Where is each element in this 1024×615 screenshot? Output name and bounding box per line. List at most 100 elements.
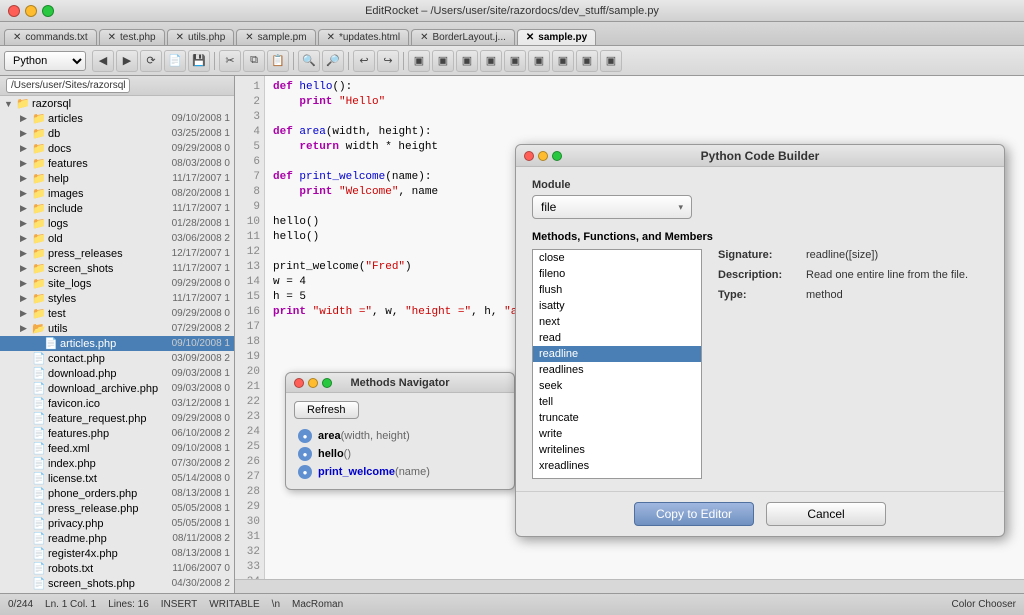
mlist-item-fileno[interactable]: fileno	[533, 266, 701, 282]
toolbar-btn-zoom[interactable]: 🔎	[322, 50, 344, 72]
builder-columns: close fileno flush isatty next read read…	[532, 249, 988, 479]
sidebar-item-register4x-php[interactable]: 📄 register4x.php 08/13/2008 1	[0, 546, 234, 561]
toolbar-btn-2[interactable]: ▶	[116, 50, 138, 72]
mlist-item-next[interactable]: next	[533, 314, 701, 330]
toolbar-btn-f[interactable]: ▣	[528, 50, 550, 72]
toolbar-btn-cut[interactable]: ✂	[219, 50, 241, 72]
language-select[interactable]: Python PHP JavaScript	[4, 51, 86, 71]
builder-maximize-button[interactable]	[552, 151, 562, 161]
builder-minimize-button[interactable]	[538, 151, 548, 161]
sidebar-item-test[interactable]: ▶ 📁 test 09/29/2008 0	[0, 306, 234, 321]
mlist-item-readline[interactable]: readline	[533, 346, 701, 362]
mlist-item-flush[interactable]: flush	[533, 282, 701, 298]
maximize-button[interactable]	[42, 5, 54, 17]
tab-utils-php[interactable]: ✕ utils.php	[167, 29, 235, 45]
sidebar-item-include[interactable]: ▶ 📁 include 11/17/2007 1	[0, 201, 234, 216]
sidebar-item-help[interactable]: ▶ 📁 help 11/17/2007 1	[0, 171, 234, 186]
toolbar-btn-1[interactable]: ◀	[92, 50, 114, 72]
mlist-item-read[interactable]: read	[533, 330, 701, 346]
sidebar-item-features-php[interactable]: 📄 features.php 06/10/2008 2	[0, 426, 234, 441]
window-controls[interactable]	[8, 5, 54, 17]
mlist-item-xreadlines[interactable]: xreadlines	[533, 458, 701, 474]
sidebar-item-download-archive-php[interactable]: 📄 download_archive.php 09/03/2008 0	[0, 381, 234, 396]
copy-to-editor-button[interactable]: Copy to Editor	[634, 502, 754, 526]
toolbar-btn-refresh[interactable]: ⟳	[140, 50, 162, 72]
close-button[interactable]	[8, 5, 20, 17]
mlist-item-write[interactable]: write	[533, 426, 701, 442]
popup-maximize-button[interactable]	[322, 378, 332, 388]
sidebar-item-logs[interactable]: ▶ 📁 logs 01/28/2008 1	[0, 216, 234, 231]
sidebar-item-utils[interactable]: ▶ 📂 utils 07/29/2008 2	[0, 321, 234, 336]
sidebar-item-styles[interactable]: ▶ 📁 styles 11/17/2007 1	[0, 291, 234, 306]
sidebar-item-site-logs[interactable]: ▶ 📁 site_logs 09/29/2008 0	[0, 276, 234, 291]
toolbar-btn-b[interactable]: ▣	[432, 50, 454, 72]
toolbar-btn-undo[interactable]: ↩	[353, 50, 375, 72]
toolbar-btn-e[interactable]: ▣	[504, 50, 526, 72]
sidebar-item-old[interactable]: ▶ 📁 old 03/06/2008 2	[0, 231, 234, 246]
mlist-item-truncate[interactable]: truncate	[533, 410, 701, 426]
toolbar-btn-d[interactable]: ▣	[480, 50, 502, 72]
methods-list-box[interactable]: close fileno flush isatty next read read…	[532, 249, 702, 479]
sidebar-item-docs[interactable]: ▶ 📁 docs 09/29/2008 0	[0, 141, 234, 156]
sidebar-item-privacy-php[interactable]: 📄 privacy.php 05/05/2008 1	[0, 516, 234, 531]
sidebar-item-screen-shots[interactable]: ▶ 📁 screen_shots 11/17/2007 1	[0, 261, 234, 276]
mlist-item-seek[interactable]: seek	[533, 378, 701, 394]
mlist-item-writelines[interactable]: writelines	[533, 442, 701, 458]
sidebar-item-features[interactable]: ▶ 📁 features 08/03/2008 0	[0, 156, 234, 171]
sidebar-item-favicon-ico[interactable]: 📄 favicon.ico 03/12/2008 1	[0, 396, 234, 411]
minimize-button[interactable]	[25, 5, 37, 17]
toolbar-btn-new[interactable]: 📄	[164, 50, 186, 72]
sidebar-item-phone-orders-php[interactable]: 📄 phone_orders.php 08/13/2008 1	[0, 486, 234, 501]
sidebar-item-index-php[interactable]: 📄 index.php 07/30/2008 2	[0, 456, 234, 471]
sidebar-item-feed-xml[interactable]: 📄 feed.xml 09/10/2008 1	[0, 441, 234, 456]
sidebar-item-contact-php[interactable]: 📄 contact.php 03/09/2008 2	[0, 351, 234, 366]
horizontal-scrollbar[interactable]	[235, 579, 1024, 593]
toolbar-btn-a[interactable]: ▣	[408, 50, 430, 72]
toolbar-btn-save[interactable]: 💾	[188, 50, 210, 72]
cancel-button[interactable]: Cancel	[766, 502, 886, 526]
toolbar-btn-redo[interactable]: ↪	[377, 50, 399, 72]
toolbar-btn-c[interactable]: ▣	[456, 50, 478, 72]
sidebar-item-feature-request-php[interactable]: 📄 feature_request.php 09/29/2008 0	[0, 411, 234, 426]
toolbar-btn-g[interactable]: ▣	[552, 50, 574, 72]
sidebar-item-press-release-php[interactable]: 📄 press_release.php 05/05/2008 1	[0, 501, 234, 516]
method-item-print-welcome[interactable]: ● print_welcome(name)	[294, 463, 506, 481]
sidebar-item-articles[interactable]: ▶ 📁 articles 09/10/2008 1	[0, 111, 234, 126]
sidebar-item-license-txt[interactable]: 📄 license.txt 05/14/2008 0	[0, 471, 234, 486]
mlist-item-close[interactable]: close	[533, 250, 701, 266]
language-selector[interactable]: Python PHP JavaScript	[4, 51, 86, 71]
toolbar-btn-i[interactable]: ▣	[600, 50, 622, 72]
sidebar-item-screen-shots-php[interactable]: 📄 screen_shots.php 04/30/2008 2	[0, 576, 234, 591]
refresh-button[interactable]: Refresh	[294, 401, 359, 419]
mlist-item-isatty[interactable]: isatty	[533, 298, 701, 314]
tab-borderlayout[interactable]: ✕ BorderLayout.j...	[411, 29, 515, 45]
tab-commands-txt[interactable]: ✕ commands.txt	[4, 29, 97, 45]
toolbar-btn-paste[interactable]: 📋	[267, 50, 289, 72]
method-item-hello[interactable]: ● hello()	[294, 445, 506, 463]
toolbar-btn-copy[interactable]: ⧉	[243, 50, 265, 72]
popup-window-controls[interactable]	[294, 378, 332, 388]
sidebar-item-razorsql[interactable]: ▼ 📁 razorsql	[0, 96, 234, 111]
module-select[interactable]: file ▾	[532, 195, 692, 219]
sidebar-item-press-releases[interactable]: ▶ 📁 press_releases 12/17/2007 1	[0, 246, 234, 261]
mlist-item-readlines[interactable]: readlines	[533, 362, 701, 378]
tab-sample-pm[interactable]: ✕ sample.pm	[236, 29, 315, 45]
sidebar-tree[interactable]: ▼ 📁 razorsql ▶ 📁 articles 09/10/2008 1 ▶…	[0, 96, 234, 593]
popup-minimize-button[interactable]	[308, 378, 318, 388]
tab-updates-html[interactable]: ✕ *updates.html	[318, 29, 410, 45]
tab-test-php[interactable]: ✕ test.php	[99, 29, 165, 45]
tab-sample-py[interactable]: ✕ sample.py	[517, 29, 596, 45]
toolbar-btn-h[interactable]: ▣	[576, 50, 598, 72]
popup-close-button[interactable]	[294, 378, 304, 388]
method-item-area[interactable]: ● area(width, height)	[294, 427, 506, 445]
builder-close-button[interactable]	[524, 151, 534, 161]
sidebar-item-db[interactable]: ▶ 📁 db 03/25/2008 1	[0, 126, 234, 141]
mlist-item-tell[interactable]: tell	[533, 394, 701, 410]
builder-window-controls[interactable]	[524, 151, 562, 161]
sidebar-item-readme-php[interactable]: 📄 readme.php 08/11/2008 2	[0, 531, 234, 546]
sidebar-item-images[interactable]: ▶ 📁 images 08/20/2008 1	[0, 186, 234, 201]
sidebar-item-robots-txt[interactable]: 📄 robots.txt 11/06/2007 0	[0, 561, 234, 576]
toolbar-btn-find[interactable]: 🔍	[298, 50, 320, 72]
sidebar-item-download-php[interactable]: 📄 download.php 09/03/2008 1	[0, 366, 234, 381]
sidebar-item-articles-php[interactable]: 📄 articles.php 09/10/2008 1	[0, 336, 234, 351]
